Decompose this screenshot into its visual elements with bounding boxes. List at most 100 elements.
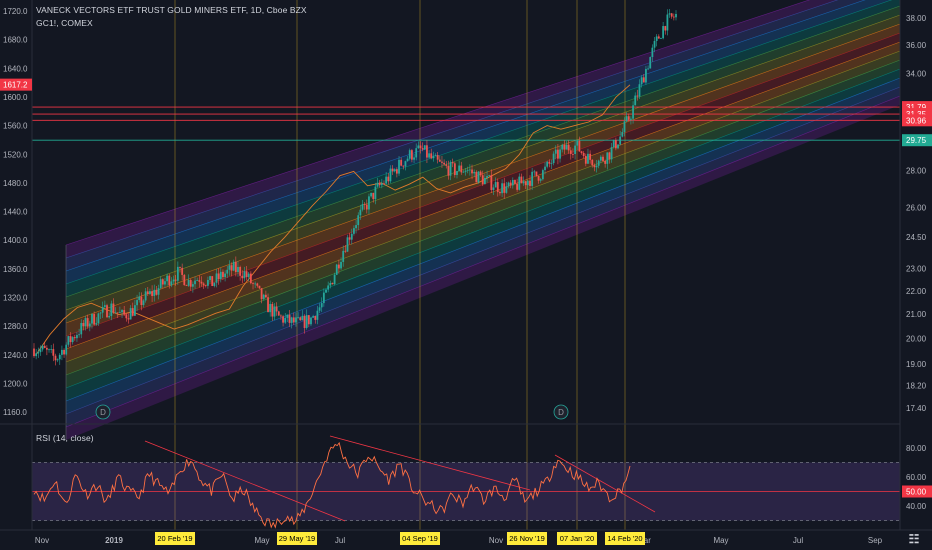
candle-body — [395, 169, 398, 174]
candle-body — [63, 349, 65, 355]
candle-body — [499, 192, 501, 194]
left-last-price-label: 1617.2 — [3, 81, 28, 90]
candle-body — [473, 171, 476, 174]
candle-body — [112, 303, 115, 313]
candle-body — [580, 151, 583, 153]
candle-body — [249, 273, 252, 284]
candle-body — [387, 176, 390, 182]
candle-body — [118, 312, 121, 313]
candle-body — [423, 145, 426, 150]
candle-body — [176, 266, 179, 281]
candle-body — [526, 180, 529, 186]
left-axis-tick: 1280.0 — [3, 322, 28, 331]
candle-body — [597, 160, 600, 166]
left-axis-tick: 1560.0 — [3, 122, 28, 131]
candle-body — [675, 13, 677, 18]
candle-body — [189, 280, 192, 287]
candle — [477, 170, 480, 184]
candle-body — [39, 349, 42, 353]
candle-body — [496, 182, 499, 193]
candle-body — [572, 154, 574, 155]
candle — [106, 303, 108, 318]
candle-body — [426, 145, 428, 158]
candle-body — [602, 156, 604, 161]
candle-body — [582, 152, 585, 156]
candle-body — [484, 177, 486, 185]
candle-body — [535, 171, 538, 177]
candle-body — [232, 261, 235, 271]
candle-body — [121, 310, 123, 313]
symbol-title[interactable]: VANECK VECTORS ETF TRUST GOLD MINERS ETF… — [36, 5, 307, 15]
candle-body — [86, 318, 89, 327]
candle-body — [445, 164, 448, 166]
candle-body — [129, 308, 132, 320]
candle-body — [84, 318, 87, 327]
candle-body — [447, 165, 450, 176]
candle-body — [69, 336, 72, 343]
candle-body — [664, 26, 667, 31]
candle-body — [234, 261, 237, 273]
candle-body — [522, 181, 525, 184]
left-axis-tick: 1200.0 — [3, 379, 28, 388]
compare-symbol-label[interactable]: GC1!, COMEX — [36, 18, 93, 28]
candle-body — [606, 152, 609, 164]
rsi-last-label: 50.00 — [906, 488, 927, 497]
candle-body — [65, 344, 68, 355]
candle-body — [385, 176, 388, 184]
candle-body — [651, 47, 654, 58]
left-axis-tick: 1480.0 — [3, 179, 28, 188]
candle-body — [299, 317, 302, 321]
candle-body — [621, 132, 624, 137]
candle-body — [41, 345, 44, 350]
candle-body — [357, 215, 360, 226]
candle-body — [243, 271, 246, 279]
candle — [475, 170, 478, 183]
candle-body — [198, 280, 201, 282]
candle-body — [286, 314, 289, 318]
rsi-title[interactable]: RSI (14, close) — [36, 433, 94, 443]
candle-body — [604, 160, 607, 164]
rsi-axis-tick: 40.00 — [906, 502, 927, 511]
time-axis-tick: Sep — [868, 536, 883, 545]
candle-body — [335, 264, 338, 275]
candle-body — [400, 159, 403, 166]
candle-body — [254, 283, 257, 285]
candle-body — [389, 168, 392, 182]
candle-body — [267, 297, 269, 313]
candle-body — [181, 267, 184, 275]
candle-body — [630, 118, 632, 120]
candle-body — [653, 40, 656, 48]
candle-body — [277, 311, 280, 316]
right-axis-tick: 20.00 — [906, 334, 927, 343]
candle-body — [456, 171, 458, 175]
candle-body — [376, 182, 379, 187]
candle-body — [593, 165, 596, 168]
candle-body — [241, 275, 244, 279]
candle-body — [627, 116, 630, 120]
left-price-axis[interactable]: 1720.0 1680.0 1640.0 1600.0 1560.0 1520.0 1480… — [0, 7, 32, 417]
candle-body — [645, 68, 647, 83]
candle-body — [191, 284, 194, 287]
candle-body — [301, 315, 304, 321]
chart-canvas[interactable]: DD 1720.01680.01640.01600.01560.01520.01… — [0, 0, 932, 550]
candle-body — [230, 265, 233, 271]
left-axis-tick: 1600.0 — [3, 93, 28, 102]
candle-body — [103, 305, 106, 307]
candle-body — [365, 204, 368, 210]
candle-body — [363, 204, 366, 205]
candle-body — [282, 316, 284, 323]
candle-body — [209, 276, 211, 281]
rsi-axis-tick: 60.00 — [906, 473, 927, 482]
candle-body — [73, 337, 76, 339]
candle-body — [312, 316, 315, 318]
candle-body — [584, 155, 587, 164]
candle-body — [310, 317, 312, 325]
candle-body — [348, 237, 351, 240]
price-tag-label: 29.75 — [906, 136, 927, 145]
candle-body — [295, 317, 297, 323]
candle-body — [557, 149, 559, 159]
candle-body — [204, 285, 207, 287]
candle-body — [288, 314, 291, 323]
candle-body — [372, 192, 375, 200]
candle-body — [462, 171, 465, 173]
